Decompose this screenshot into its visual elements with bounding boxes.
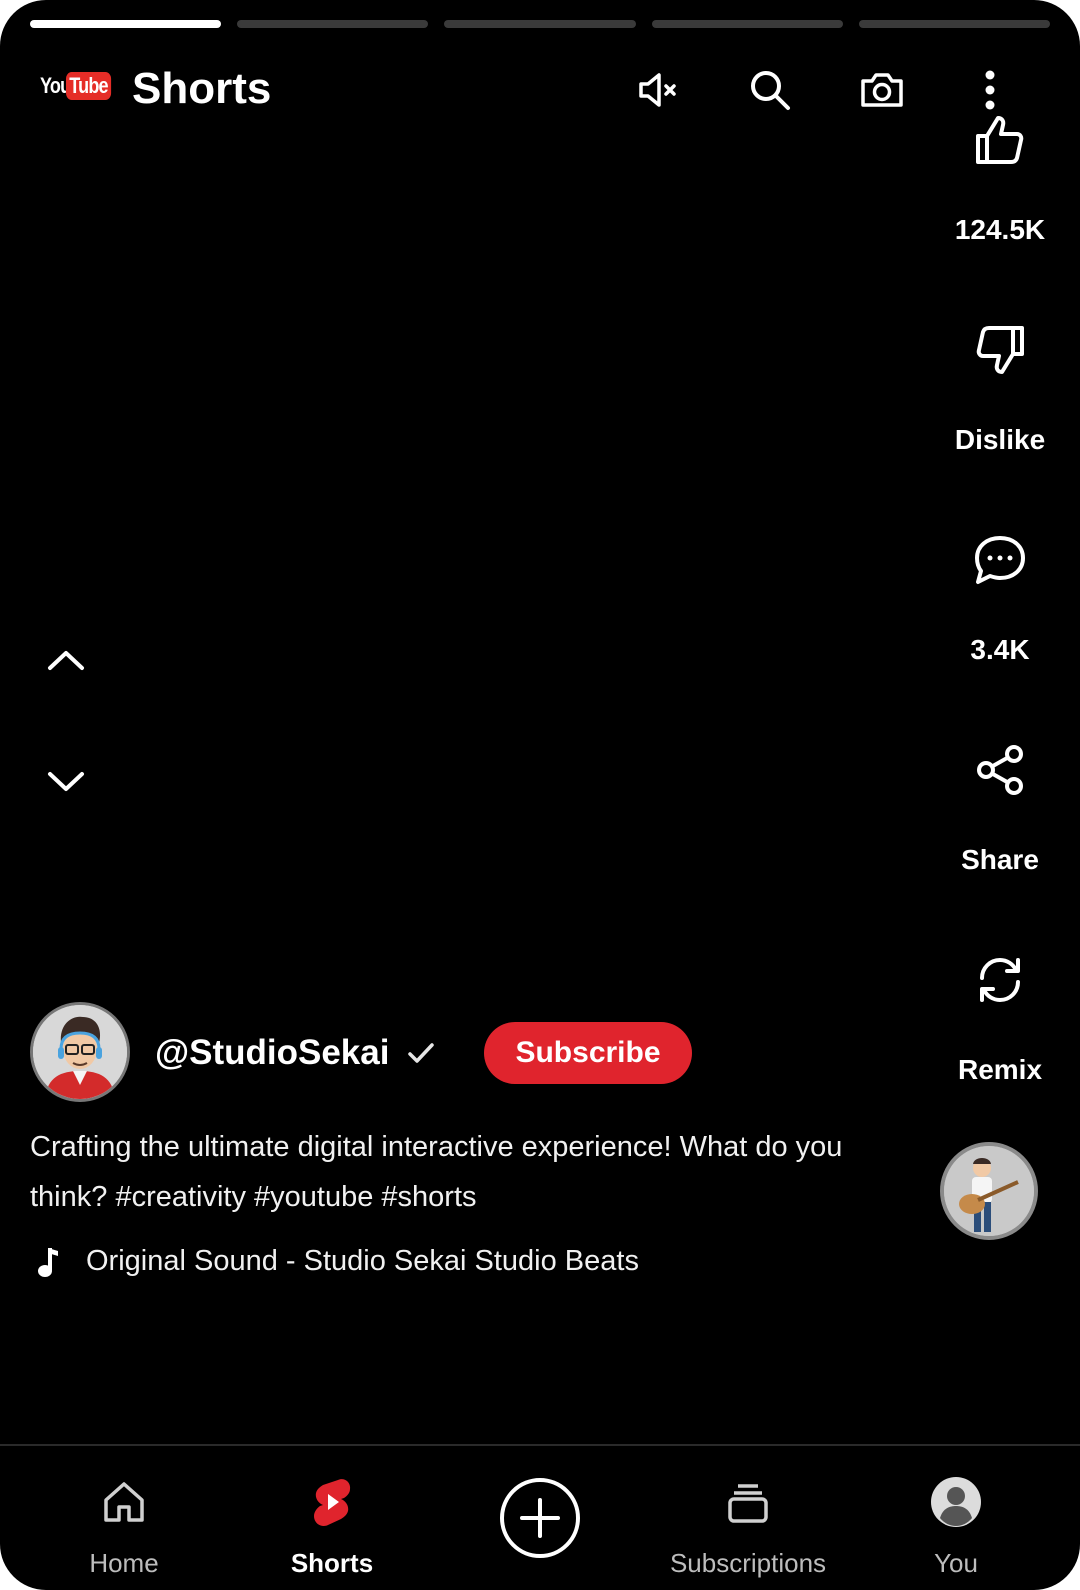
comment-count: 3.4K <box>970 634 1030 665</box>
music-note-icon <box>38 1248 58 1277</box>
sound-disc[interactable] <box>940 1142 1038 1240</box>
youtube-logo[interactable]: You Tube <box>40 72 121 100</box>
chevron-up-icon <box>48 651 84 670</box>
thumb-up-icon <box>976 116 1024 164</box>
page-title: Shorts <box>132 64 272 113</box>
nav-home[interactable]: Home <box>16 1446 232 1590</box>
sound-thumbnail <box>944 1146 1034 1236</box>
progress-bar <box>30 20 1051 28</box>
progress-segment <box>858 20 1051 28</box>
mute-button[interactable] <box>634 66 682 114</box>
account-icon-wrap <box>928 1474 984 1530</box>
channel-avatar[interactable] <box>30 1002 130 1102</box>
subscriptions-icon <box>728 1484 768 1523</box>
like-count: 124.5K <box>954 214 1046 245</box>
subscriptions-icon-wrap <box>720 1474 776 1530</box>
next-short-button[interactable] <box>40 762 92 802</box>
remix-icon <box>980 958 1020 1002</box>
nav-you-label: You <box>934 1548 978 1578</box>
dislike-label: Dislike <box>954 424 1046 455</box>
camera-icon <box>861 73 903 107</box>
create-plus-icon <box>520 1498 560 1538</box>
share-label: Share <box>961 844 1039 875</box>
chevron-down-icon <box>48 772 84 791</box>
nav-home-label: Home <box>89 1548 159 1578</box>
avatar-image <box>33 1005 127 1099</box>
nav-subscriptions[interactable]: Subscriptions <box>640 1446 856 1590</box>
logo-you-text: You <box>40 73 71 98</box>
shorts-icon-wrap <box>304 1474 360 1530</box>
mute-icon <box>639 73 676 107</box>
search-icon <box>751 71 790 110</box>
remix-label: Remix <box>957 1054 1043 1085</box>
share-button[interactable] <box>970 740 1030 800</box>
create-button[interactable] <box>500 1478 580 1558</box>
verified-check-icon <box>408 1043 434 1063</box>
account-icon <box>931 1477 981 1527</box>
progress-segment <box>30 20 222 28</box>
progress-segment <box>651 20 843 28</box>
shorts-icon <box>314 1479 351 1526</box>
search-button[interactable] <box>746 66 794 114</box>
camera-button[interactable] <box>858 66 906 114</box>
channel-name[interactable]: @StudioSekai <box>155 1033 389 1073</box>
top-bar: You Tube Shorts <box>40 62 1040 118</box>
more-options-button[interactable] <box>966 66 1014 114</box>
sound-title[interactable]: Original Sound - Studio Sekai Studio Bea… <box>86 1245 639 1278</box>
home-icon-wrap <box>96 1474 152 1530</box>
thumb-down-icon <box>976 326 1024 374</box>
logo-tube-text: Tube <box>66 72 112 100</box>
remix-button[interactable] <box>970 950 1030 1010</box>
comments-button[interactable] <box>970 530 1030 590</box>
more-vert-icon <box>985 70 995 110</box>
shorts-screen: You Tube Shorts 124.5K Dislike 3.4K Shar… <box>0 0 1080 1590</box>
home-icon <box>104 1482 144 1522</box>
nav-shorts-label: Shorts <box>290 1548 374 1578</box>
share-icon <box>977 745 1023 795</box>
nav-subscriptions-label: Subscriptions <box>669 1548 827 1578</box>
progress-segment <box>237 20 429 28</box>
video-description[interactable]: Crafting the ultimate digital interactiv… <box>30 1122 850 1222</box>
like-button[interactable] <box>970 110 1030 170</box>
dislike-button[interactable] <box>970 320 1030 380</box>
progress-segment <box>444 20 636 28</box>
previous-short-button[interactable] <box>40 640 92 680</box>
comment-icon <box>975 536 1025 584</box>
nav-you[interactable]: You <box>848 1446 1064 1590</box>
subscribe-button[interactable]: Subscribe <box>484 1022 692 1084</box>
nav-shorts[interactable]: Shorts <box>224 1446 440 1590</box>
